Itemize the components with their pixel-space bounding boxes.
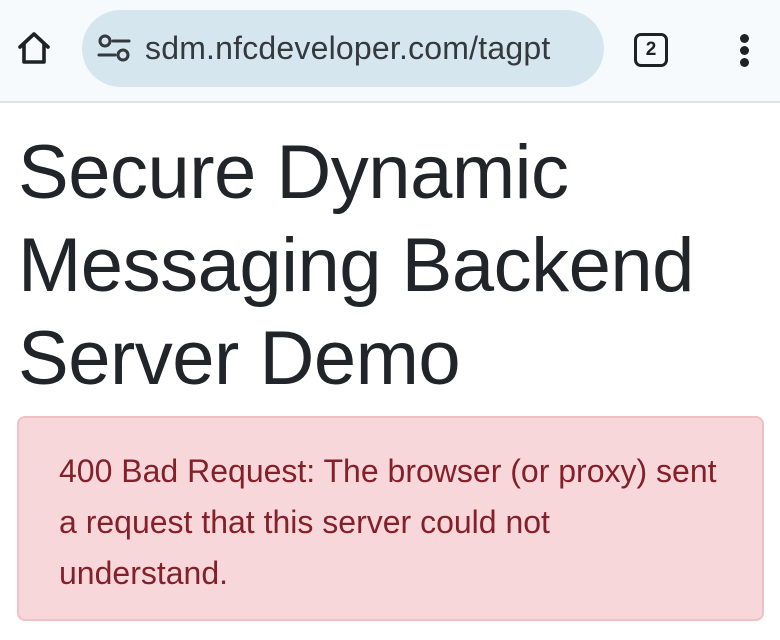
more-menu-button[interactable] <box>730 30 760 70</box>
url-text[interactable]: sdm.nfcdeveloper.com/tagpt <box>145 28 604 68</box>
error-alert: 400 Bad Request: The browser (or proxy) … <box>17 416 764 621</box>
address-bar[interactable]: sdm.nfcdeveloper.com/tagpt <box>82 10 604 87</box>
tab-switcher-button[interactable]: 2 <box>631 30 671 70</box>
tab-switcher-icon: 2 <box>634 33 668 67</box>
home-button[interactable] <box>14 28 54 68</box>
alert-message: 400 Bad Request: The browser (or proxy) … <box>59 453 717 591</box>
tab-count: 2 <box>645 39 657 60</box>
site-info-button[interactable] <box>96 32 132 64</box>
browser-toolbar: sdm.nfcdeveloper.com/tagpt 2 <box>0 0 780 103</box>
site-settings-icon <box>97 34 131 62</box>
home-icon <box>18 32 50 64</box>
page-title: Secure Dynamic Messaging Backend Server … <box>18 130 694 401</box>
